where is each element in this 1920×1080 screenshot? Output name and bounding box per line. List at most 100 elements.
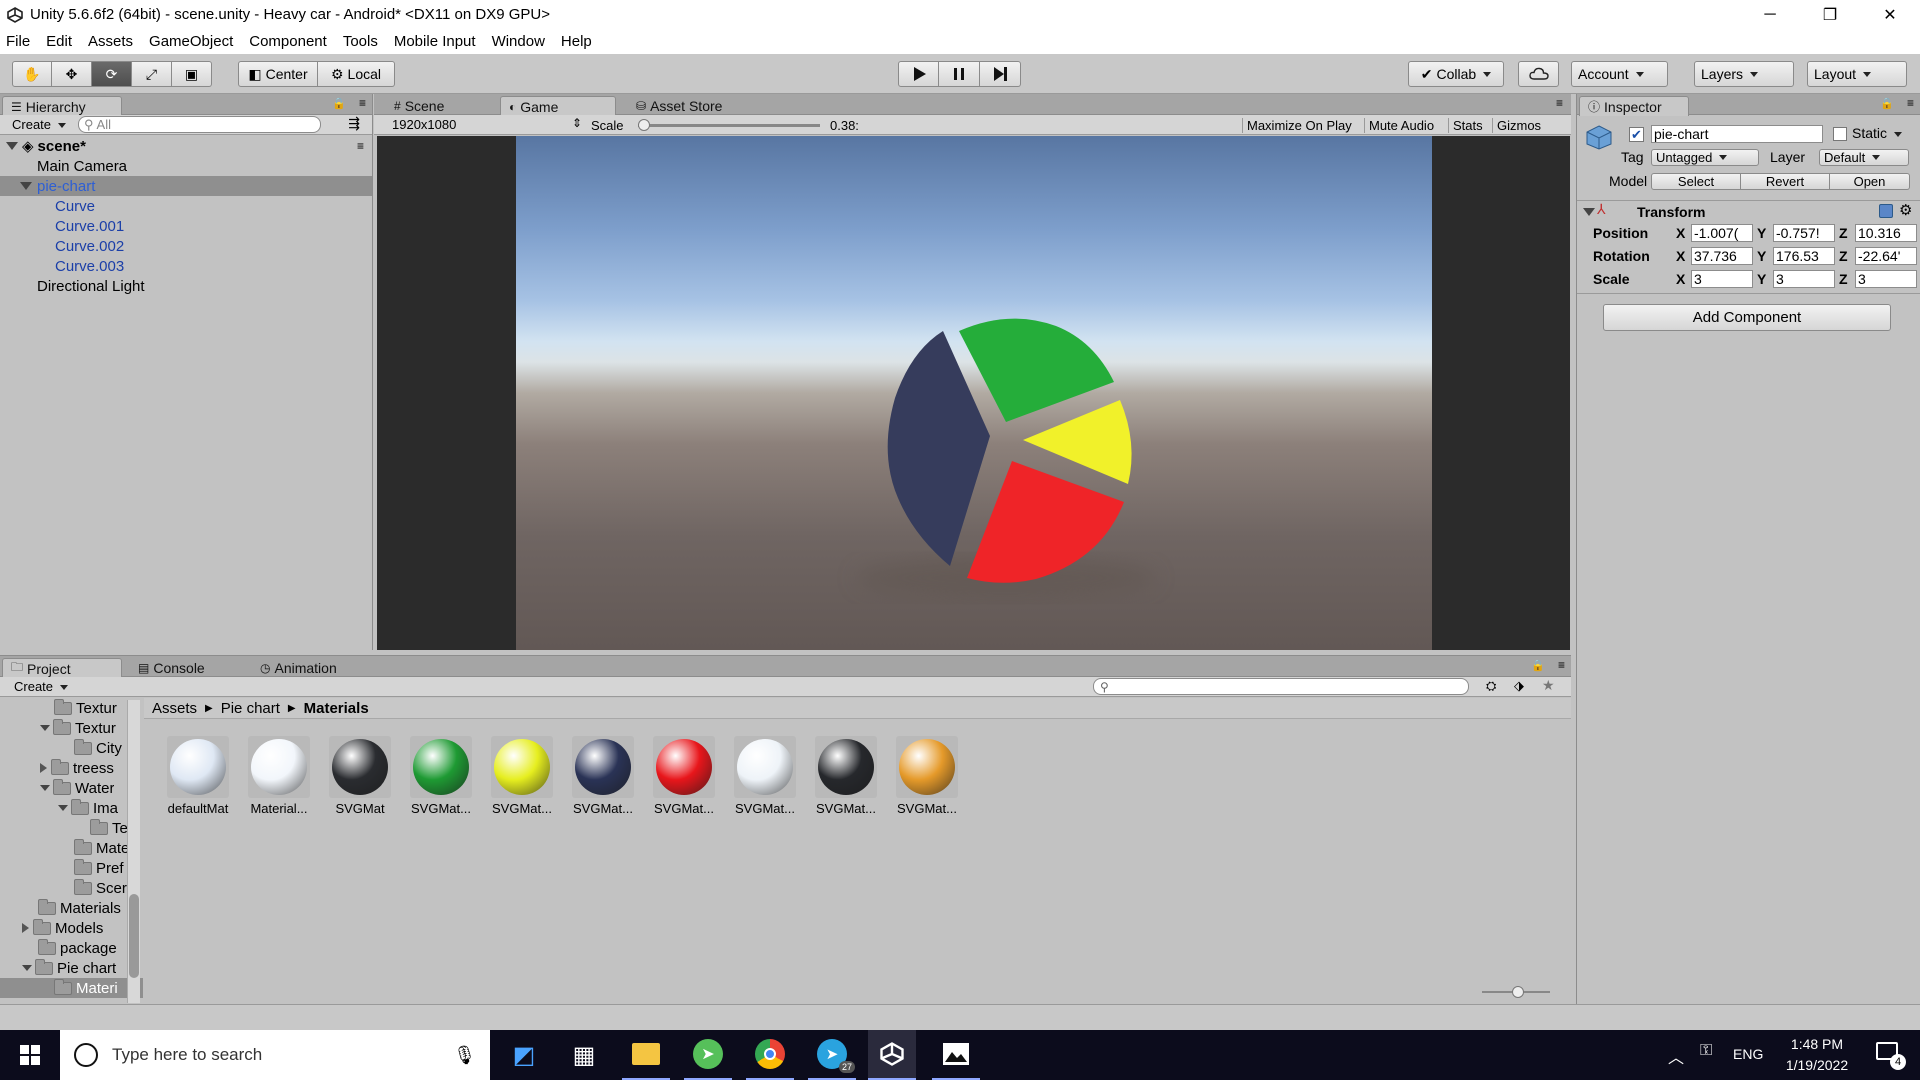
expand-arrow-icon[interactable] [40, 785, 50, 791]
restore-icon[interactable]: ❐ [1800, 0, 1860, 29]
asset-tile[interactable]: defaultMat [162, 736, 234, 816]
transform-foldout-icon[interactable] [1583, 208, 1595, 216]
hierarchy-search-input[interactable]: ⚲ All [78, 116, 321, 133]
favorites-star-icon[interactable]: ★ [1542, 677, 1555, 694]
hierarchy-create-dropdown[interactable]: Create [12, 117, 66, 132]
tree-item-scenes[interactable]: Scer [74, 878, 127, 898]
rotation-z-field[interactable]: -22.64' [1855, 247, 1917, 265]
center-toggle[interactable]: ◧ Center [238, 61, 318, 87]
tree-item-treess[interactable]: treess [40, 758, 114, 778]
asset-tile[interactable]: SVGMat... [810, 736, 882, 816]
hierarchy-item-pie-chart[interactable]: pie-chart [0, 176, 372, 196]
collapse-arrow-icon[interactable] [22, 923, 29, 933]
hierarchy-item-curve[interactable]: Curve [0, 196, 372, 216]
menu-gameobject[interactable]: GameObject [149, 33, 233, 50]
tab-animation[interactable]: ◷ Animation [252, 658, 372, 678]
lock-icon[interactable]: 🔒 [1880, 97, 1894, 110]
rotation-x-field[interactable]: 37.736 [1691, 247, 1753, 265]
tree-item-models[interactable]: Models [22, 918, 103, 938]
maximize-on-play-toggle[interactable]: Maximize On Play [1242, 118, 1352, 133]
asset-tile[interactable]: SVGMat... [567, 736, 639, 816]
play-button[interactable] [898, 61, 939, 87]
local-toggle[interactable]: ⚙ Local [318, 61, 395, 87]
taskbar-app-unity[interactable] [868, 1030, 916, 1080]
tree-scrollbar[interactable] [127, 700, 140, 1003]
scene-menu-icon[interactable]: ≡ [357, 139, 364, 153]
asset-tile[interactable]: Material... [243, 736, 315, 816]
scale-z-field[interactable]: 3 [1855, 270, 1917, 288]
tree-item-images[interactable]: Ima [58, 798, 118, 818]
lock-icon[interactable]: 🔒 [1531, 659, 1545, 672]
tab-game[interactable]: ◐ Game [500, 96, 616, 116]
taskbar-app-photos[interactable] [932, 1030, 980, 1080]
hierarchy-item-directional-light[interactable]: Directional Light [0, 276, 372, 296]
layer-dropdown[interactable]: Default [1819, 149, 1909, 166]
breadcrumb-assets[interactable]: Assets [152, 700, 197, 717]
tree-item-pie-chart-materials[interactable]: Materi [0, 978, 143, 998]
tab-project[interactable]: 🗀 Project [2, 658, 122, 678]
scale-tool-button[interactable]: ⤢ [132, 61, 172, 87]
cloud-button[interactable] [1518, 61, 1559, 87]
stats-toggle[interactable]: Stats [1448, 118, 1483, 133]
lock-icon[interactable]: 🔒 [332, 97, 346, 110]
tree-item-pie-chart[interactable]: Pie chart [22, 958, 116, 978]
rotate-tool-button[interactable]: ⟳ [92, 61, 132, 87]
filter-icon[interactable]: ⇶ [348, 115, 360, 132]
tab-inspector[interactable]: ⓘ Inspector [1579, 96, 1689, 116]
resolution-dropdown[interactable]: 1920x1080 [392, 117, 456, 132]
language-indicator[interactable]: ENG [1733, 1046, 1763, 1062]
menu-window[interactable]: Window [492, 33, 545, 50]
menu-assets[interactable]: Assets [88, 33, 133, 50]
tab-hierarchy[interactable]: ☰ Hierarchy [2, 96, 122, 116]
expand-arrow-icon[interactable] [6, 142, 18, 150]
icon-size-slider-handle[interactable] [1512, 986, 1524, 998]
hierarchy-item-curve-002[interactable]: Curve.002 [0, 236, 372, 256]
static-dropdown[interactable]: Static [1852, 125, 1902, 141]
breadcrumb-pie-chart[interactable]: Pie chart [221, 700, 280, 717]
help-book-icon[interactable] [1879, 204, 1893, 218]
position-z-field[interactable]: 10.316 [1855, 224, 1917, 242]
filter-type-icon[interactable]: ⛭ [1486, 678, 1496, 694]
menu-edit[interactable]: Edit [46, 33, 72, 50]
expand-arrow-icon[interactable] [20, 182, 32, 190]
tree-item-te[interactable]: Te [90, 818, 128, 838]
mute-audio-toggle[interactable]: Mute Audio [1364, 118, 1434, 133]
panel-menu-icon[interactable]: ≡ [359, 96, 366, 110]
tree-item-materials[interactable]: Materials [38, 898, 121, 918]
panel-menu-icon[interactable]: ≡ [1556, 96, 1563, 110]
rect-tool-button[interactable]: ▣ [172, 61, 212, 87]
project-create-dropdown[interactable]: Create [14, 679, 68, 694]
microphone-icon[interactable]: 🎙 [453, 1045, 476, 1066]
panel-menu-icon[interactable]: ≡ [1558, 658, 1565, 672]
expand-arrow-icon[interactable] [22, 965, 32, 971]
position-y-field[interactable]: -0.757! [1773, 224, 1835, 242]
close-icon[interactable]: ✕ [1860, 0, 1920, 29]
taskbar-app-file-explorer[interactable] [622, 1030, 670, 1080]
project-search-input[interactable]: ⚲ [1093, 678, 1469, 695]
tree-item-water[interactable]: Water [40, 778, 114, 798]
asset-tile[interactable]: SVGMat [324, 736, 396, 816]
scale-slider[interactable] [638, 119, 820, 131]
scale-y-field[interactable]: 3 [1773, 270, 1835, 288]
taskbar-app-messenger[interactable]: ➤ [684, 1030, 732, 1080]
show-hidden-icons-chevron-icon[interactable]: ︿ [1668, 1044, 1684, 1068]
scale-slider-handle[interactable] [638, 119, 650, 131]
game-view-viewport[interactable] [516, 136, 1432, 650]
hierarchy-item-curve-003[interactable]: Curve.003 [0, 256, 372, 276]
menu-tools[interactable]: Tools [343, 33, 378, 50]
asset-tile[interactable]: SVGMat... [891, 736, 963, 816]
move-tool-button[interactable]: ✥ [52, 61, 92, 87]
step-button[interactable] [980, 61, 1021, 87]
menu-file[interactable]: File [6, 33, 30, 50]
taskbar-app-bluestacks[interactable]: ◩ [500, 1030, 548, 1080]
layout-dropdown[interactable]: Layout [1807, 61, 1907, 87]
model-revert-button[interactable]: Revert [1741, 173, 1830, 190]
icon-size-slider[interactable] [1482, 986, 1550, 998]
tree-item-prefabs[interactable]: Pref [74, 858, 124, 878]
start-button[interactable] [6, 1030, 54, 1080]
scene-root[interactable]: ◈ scene* ≡ [0, 136, 372, 156]
hierarchy-item-curve-001[interactable]: Curve.001 [0, 216, 372, 236]
menu-help[interactable]: Help [561, 33, 592, 50]
asset-tile[interactable]: SVGMat... [405, 736, 477, 816]
tree-scrollbar-thumb[interactable] [129, 894, 139, 978]
